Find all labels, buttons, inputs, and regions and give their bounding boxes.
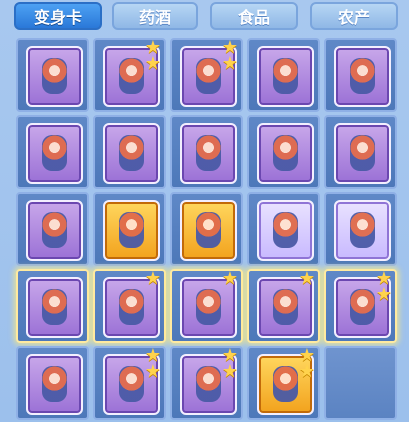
inventory-slot[interactable]: ★ <box>93 269 166 343</box>
character-portrait-icon <box>119 289 144 325</box>
inventory-slot[interactable] <box>16 346 89 420</box>
star-rating: ★ <box>221 268 239 305</box>
inventory-slot[interactable] <box>247 192 320 266</box>
tab-bar: 变身卡 药酒 食品 农产 <box>0 0 409 34</box>
inventory-slot[interactable]: ★ ★ <box>170 346 243 420</box>
star-rating: ★ ★ <box>221 347 239 382</box>
character-portrait-icon <box>273 212 298 248</box>
transform-card <box>26 277 83 338</box>
character-portrait-icon <box>196 212 221 248</box>
character-portrait-icon <box>196 366 221 402</box>
inventory-slot[interactable] <box>16 192 89 266</box>
inventory-slot[interactable]: ★ <box>247 269 320 343</box>
star-icon: ★ <box>144 361 162 382</box>
character-portrait-icon <box>350 289 375 325</box>
inventory-slot[interactable] <box>170 192 243 266</box>
character-portrait-icon <box>42 58 67 94</box>
inventory-slot[interactable]: ★ ★ <box>247 346 320 420</box>
inventory-slot[interactable] <box>93 115 166 189</box>
inventory-slot[interactable]: ★ <box>170 269 243 343</box>
star-rating: ★ ★ <box>375 270 393 305</box>
character-portrait-icon <box>273 58 298 94</box>
transform-card <box>334 123 391 184</box>
inventory-slot[interactable] <box>170 115 243 189</box>
character-portrait-icon <box>196 58 221 94</box>
inventory-slot[interactable] <box>247 115 320 189</box>
inventory-grid: ★ ★ ★ ★ ★ ★ ★ ★ ★ ★ ★ ★ ★ ★ ★ <box>16 38 409 422</box>
inventory-slot[interactable] <box>16 38 89 112</box>
character-portrait-icon <box>196 135 221 171</box>
inventory-slot[interactable] <box>16 269 89 343</box>
inventory-slot[interactable] <box>16 115 89 189</box>
character-portrait-icon <box>350 58 375 94</box>
transform-card <box>180 123 237 184</box>
inventory-slot[interactable] <box>93 192 166 266</box>
character-portrait-icon <box>273 289 298 325</box>
tab-food[interactable]: 食品 <box>210 2 298 30</box>
star-icon: ★ <box>144 268 162 289</box>
transform-card <box>26 354 83 415</box>
character-portrait-icon <box>42 366 67 402</box>
tab-medicine-wine[interactable]: 药酒 <box>112 2 198 30</box>
character-portrait-icon <box>273 366 298 402</box>
star-icon: ★ <box>298 268 316 289</box>
tab-transform-card[interactable]: 变身卡 <box>14 2 102 30</box>
transform-card <box>103 123 160 184</box>
star-icon: ★ <box>375 284 393 305</box>
star-icon: ★ <box>221 361 239 382</box>
transform-card <box>26 200 83 261</box>
inventory-slot[interactable]: ★ ★ <box>324 269 397 343</box>
star-icon: ★ <box>221 268 239 289</box>
transform-card <box>334 46 391 107</box>
inventory-slot[interactable] <box>247 38 320 112</box>
character-portrait-icon <box>196 289 221 325</box>
inventory-slot[interactable]: ★ ★ <box>170 38 243 112</box>
transform-card <box>257 123 314 184</box>
star-icon: ★ <box>221 53 239 74</box>
inventory-slot[interactable]: ★ ★ <box>93 346 166 420</box>
star-rating: ★ ★ <box>144 39 162 74</box>
character-portrait-icon <box>350 135 375 171</box>
star-rating: ★ ★ <box>144 347 162 382</box>
star-rating: ★ <box>144 268 162 305</box>
tab-farm-products[interactable]: 农产 <box>310 2 398 30</box>
transform-card <box>26 46 83 107</box>
inventory-slot[interactable] <box>324 38 397 112</box>
star-icon: ★ <box>298 361 316 382</box>
transform-card <box>334 200 391 261</box>
character-portrait-icon <box>42 135 67 171</box>
transform-card <box>257 200 314 261</box>
inventory-slot[interactable]: ★ ★ <box>93 38 166 112</box>
transform-card <box>257 46 314 107</box>
character-portrait-icon <box>273 135 298 171</box>
transform-card <box>26 123 83 184</box>
inventory-slot[interactable] <box>324 115 397 189</box>
star-rating: ★ ★ <box>298 347 316 382</box>
transform-card <box>103 200 160 261</box>
star-rating: ★ <box>298 268 316 305</box>
character-portrait-icon <box>42 289 67 325</box>
character-portrait-icon <box>119 212 144 248</box>
star-icon: ★ <box>144 53 162 74</box>
transform-card <box>180 200 237 261</box>
character-portrait-icon <box>119 135 144 171</box>
character-portrait-icon <box>119 58 144 94</box>
star-rating: ★ ★ <box>221 39 239 74</box>
character-portrait-icon <box>42 212 67 248</box>
character-portrait-icon <box>350 212 375 248</box>
inventory-slot[interactable] <box>324 192 397 266</box>
character-portrait-icon <box>119 366 144 402</box>
inventory-slot[interactable] <box>324 346 397 420</box>
